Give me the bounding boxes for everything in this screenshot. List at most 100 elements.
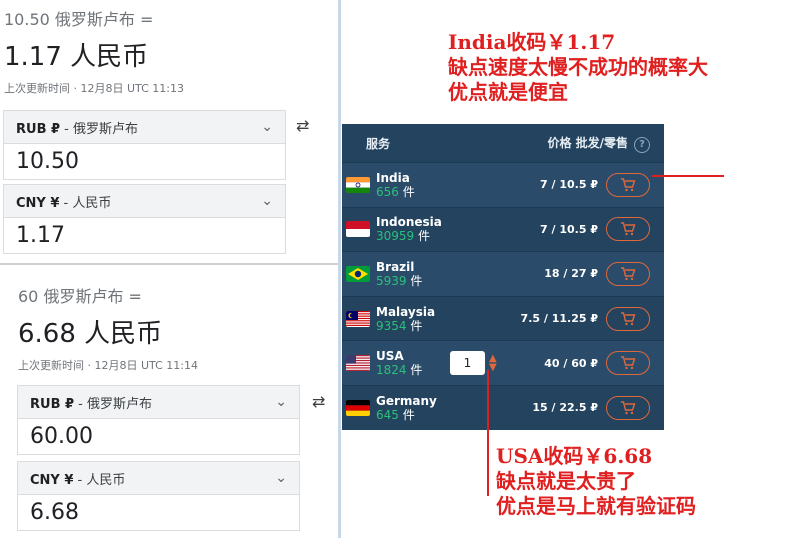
updated-time: 上次更新时间 · 12月8日 UTC 11:14 bbox=[18, 359, 198, 372]
country-info: India 656 件 bbox=[376, 171, 415, 199]
chevron-down-icon: ⌄ bbox=[275, 470, 287, 486]
india-pointer-line bbox=[652, 175, 724, 177]
updated-time: 上次更新时间 · 12月8日 UTC 11:13 bbox=[4, 82, 184, 95]
price-text: 7.5 / 11.25 ₽ bbox=[520, 312, 598, 326]
cny-amount-input[interactable]: 6.68 bbox=[18, 495, 299, 530]
count-suffix: 件 bbox=[410, 318, 423, 333]
country-name: Brazil bbox=[376, 259, 415, 274]
conversion-result: 1.17 人民币 bbox=[4, 42, 149, 72]
price-text: 18 / 27 ₽ bbox=[544, 267, 598, 281]
annotation-line: 缺点就是太贵了 bbox=[496, 469, 636, 493]
rub-currency-select[interactable]: RUB ₽ - 俄罗斯卢布 ⌄ bbox=[4, 111, 285, 144]
count-number: 9354 bbox=[376, 318, 407, 333]
currency-name: 人民币 bbox=[86, 472, 126, 488]
cart-button[interactable] bbox=[606, 217, 650, 242]
currency-code: RUB ₽ bbox=[30, 396, 75, 412]
screenshot-divider bbox=[0, 263, 338, 265]
annotation-line: 优点是马上就有验证码 bbox=[496, 494, 696, 518]
currency-code: RUB ₽ bbox=[16, 121, 61, 137]
currency-box-rub-2: RUB ₽ - 俄罗斯卢布 ⌄ 60.00 bbox=[17, 385, 300, 455]
india-flag-icon bbox=[346, 176, 370, 193]
currency-box-cny-2: CNY ¥ - 人民币 ⌄ 6.68 bbox=[17, 461, 300, 531]
service-price-panel: 服务 价格 批发/零售? India 656 件7 / 10.5 ₽ Indones… bbox=[342, 124, 664, 430]
country-info: Malaysia 9354 件 bbox=[376, 305, 435, 333]
currency-name: 人民币 bbox=[72, 195, 112, 211]
cart-button[interactable] bbox=[606, 395, 650, 420]
rub-currency-select[interactable]: RUB ₽ - 俄罗斯卢布 ⌄ bbox=[18, 386, 299, 419]
conversion-from-text: 10.50 俄罗斯卢布 = bbox=[4, 10, 154, 29]
cart-icon bbox=[621, 401, 636, 414]
country-info: USA 1824 件 bbox=[376, 349, 422, 377]
quantity-stepper-icon[interactable]: ▲ ▼ bbox=[489, 354, 497, 373]
conversion-1: 10.50 俄罗斯卢布 = 1.17 人民币 上次更新时间 · 12月8日 UT… bbox=[4, 6, 184, 96]
brazil-flag-icon bbox=[346, 265, 370, 282]
count-number: 1824 bbox=[376, 363, 407, 378]
currency-box-cny-1: CNY ¥ - 人民币 ⌄ 1.17 bbox=[3, 184, 286, 254]
count-number: 5939 bbox=[376, 273, 407, 288]
currency-box-rub-1: RUB ₽ - 俄罗斯卢布 ⌄ 10.50 bbox=[3, 110, 286, 180]
cart-button[interactable] bbox=[606, 306, 650, 331]
annotation-line: 优点就是便宜 bbox=[448, 80, 568, 104]
cny-currency-select[interactable]: CNY ¥ - 人民币 ⌄ bbox=[4, 185, 285, 218]
cart-icon bbox=[621, 311, 636, 325]
count-suffix: 件 bbox=[410, 273, 423, 288]
germany-flag-icon bbox=[346, 399, 370, 416]
currency-code: CNY ¥ bbox=[30, 472, 74, 488]
country-info: Germany 645 件 bbox=[376, 394, 437, 422]
india-annotation: India收码￥1.17 缺点速度太慢不成功的概率大 优点就是便宜 bbox=[448, 30, 708, 105]
country-name: USA bbox=[376, 349, 404, 364]
usa-pointer-line bbox=[487, 370, 489, 496]
cart-button[interactable] bbox=[606, 351, 650, 376]
count-number: 30959 bbox=[376, 229, 415, 244]
swap-icon[interactable]: ⇄ bbox=[296, 116, 309, 135]
price-text: 40 / 60 ₽ bbox=[544, 356, 598, 370]
service-row-brazil: Brazil 5939 件 18 / 27 ₽ bbox=[342, 251, 664, 296]
country-name: Germany bbox=[376, 393, 437, 408]
annotation-line: India收码￥1.17 bbox=[448, 30, 616, 54]
chevron-down-icon: ⌄ bbox=[261, 193, 273, 209]
rub-amount-input[interactable]: 10.50 bbox=[4, 144, 285, 179]
conversion-from-text: 60 俄罗斯卢布 = bbox=[18, 287, 142, 306]
country-info: Indonesia 30959 件 bbox=[376, 215, 442, 243]
cny-currency-select[interactable]: CNY ¥ - 人民币 ⌄ bbox=[18, 462, 299, 495]
header-price: 价格 批发/零售 bbox=[547, 135, 628, 150]
rub-amount-input[interactable]: 60.00 bbox=[18, 419, 299, 454]
country-info: Brazil 5939 件 bbox=[376, 260, 422, 288]
indonesia-flag-icon bbox=[346, 221, 370, 238]
country-name: Indonesia bbox=[376, 215, 442, 230]
cart-button[interactable] bbox=[606, 172, 650, 197]
count-suffix: 件 bbox=[418, 229, 431, 244]
stock-count: 5939 件 bbox=[376, 274, 422, 288]
cart-icon bbox=[621, 222, 636, 236]
stock-count: 30959 件 bbox=[376, 229, 442, 243]
service-row-india: India 656 件 7 / 10.5 ₽ bbox=[342, 162, 664, 207]
malaysia-flag-icon bbox=[346, 310, 370, 327]
quantity-input[interactable]: 1 bbox=[450, 351, 485, 376]
currency-name: 俄罗斯卢布 bbox=[87, 396, 153, 412]
currency-name: 俄罗斯卢布 bbox=[73, 121, 139, 137]
chevron-down-icon: ⌄ bbox=[275, 394, 287, 410]
service-row-indonesia: Indonesia 30959 件 7 / 10.5 ₽ bbox=[342, 206, 664, 252]
chevron-down-icon: ⌄ bbox=[261, 119, 273, 135]
count-suffix: 件 bbox=[402, 407, 415, 422]
count-suffix: 件 bbox=[402, 184, 415, 199]
stock-count: 9354 件 bbox=[376, 319, 435, 333]
country-name: India bbox=[376, 170, 410, 185]
service-row-malaysia: Malaysia 9354 件 7.5 / 11.25 ₽ bbox=[342, 295, 664, 341]
conversion-result: 6.68 人民币 bbox=[18, 319, 163, 349]
service-row-usa: USA 1824 件 1 ▲ ▼ 40 / 60 ₽ bbox=[342, 340, 664, 385]
service-row-germany: Germany 645 件 15 / 22.5 ₽ bbox=[342, 384, 664, 430]
stock-count: 656 件 bbox=[376, 185, 415, 199]
currency-code: CNY ¥ bbox=[16, 195, 60, 211]
annotation-line: USA收码￥6.68 bbox=[496, 444, 653, 468]
stock-count: 645 件 bbox=[376, 408, 437, 422]
stock-count: 1824 件 bbox=[376, 363, 422, 377]
cart-button[interactable] bbox=[606, 261, 650, 286]
usa-annotation: USA收码￥6.68 缺点就是太贵了 优点是马上就有验证码 bbox=[496, 444, 696, 519]
cart-icon bbox=[621, 356, 636, 370]
swap-icon[interactable]: ⇄ bbox=[312, 392, 325, 411]
cny-amount-input[interactable]: 1.17 bbox=[4, 218, 285, 253]
panel-header: 服务 价格 批发/零售? bbox=[342, 124, 664, 162]
help-icon[interactable]: ? bbox=[634, 136, 650, 153]
price-text: 7 / 10.5 ₽ bbox=[540, 222, 598, 236]
